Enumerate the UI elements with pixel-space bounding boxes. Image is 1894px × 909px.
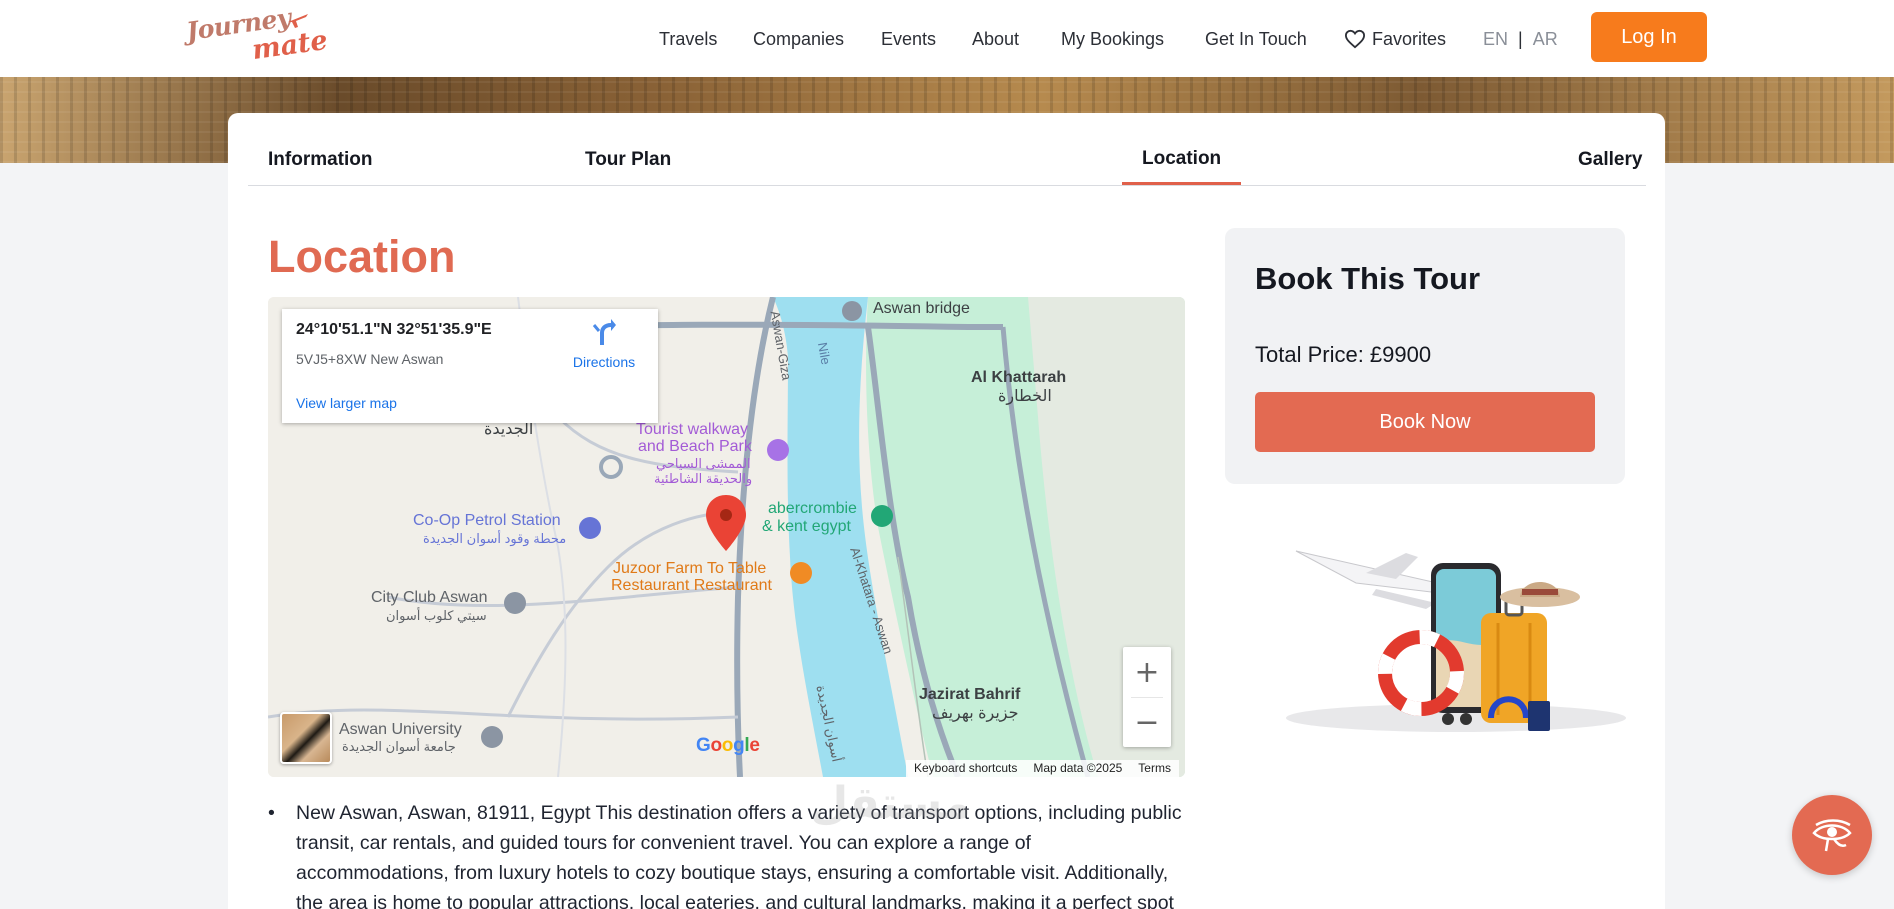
booking-panel: Book This Tour Total Price: £9900 Book N… (1225, 228, 1625, 484)
map-label-nile: Nile (814, 341, 834, 366)
directions-icon (592, 319, 616, 345)
satellite-layer-toggle[interactable] (280, 712, 332, 764)
heart-icon (1344, 29, 1366, 49)
map-plus-code: 5VJ5+8XW New Aswan (296, 351, 444, 367)
map-label-al-khattarah-ar: الخطارة (998, 388, 1052, 405)
map-label-new-ar: الجديدة (484, 421, 534, 438)
map-label-aswan-university: Aswan University (339, 721, 462, 738)
map-label-tourist-walkway-1: Tourist walkway (636, 421, 749, 438)
nav-favorites-label: Favorites (1372, 29, 1447, 49)
location-description: • New Aswan, Aswan, 81911, Egypt This des… (268, 798, 1188, 909)
location-heading: Location (268, 231, 456, 282)
keyboard-shortcuts-link[interactable]: Keyboard shortcuts (914, 760, 1017, 777)
map-label-city-club-ar: سيتي كلوب أسوان (386, 608, 487, 623)
map-directions-button[interactable]: Directions (564, 319, 644, 370)
login-button[interactable]: Log In (1591, 12, 1707, 62)
map-label-tourist-walkway-ar2: والحديقة الشاطئية (654, 471, 753, 486)
map-label-juzoor-2: Restaurant Restaurant (611, 577, 772, 594)
zoom-divider (1131, 697, 1163, 698)
nav-get-in-touch[interactable]: Get In Touch (1205, 26, 1307, 52)
site-header: Journey mate Travels Companies Events Ab… (0, 0, 1894, 77)
nav-events[interactable]: Events (881, 26, 936, 52)
view-larger-map-link[interactable]: View larger map (296, 395, 397, 411)
zoom-in-button[interactable]: + (1123, 647, 1171, 697)
map-coordinates: 24°10'51.1"N 32°51'35.9"E (296, 321, 492, 338)
zoom-out-button[interactable]: − (1123, 697, 1171, 747)
map-label-aswan-university-ar: جامعة أسوان الجديدة (342, 739, 456, 754)
total-price: Total Price: £9900 (1255, 342, 1432, 367)
terms-link[interactable]: Terms (1138, 760, 1171, 777)
watermark: مستقل (810, 778, 971, 829)
google-logo: Google (696, 735, 760, 756)
google-map-embed[interactable]: Aswan bridge Nile Aswan-Giza Al Khattara… (268, 297, 1185, 777)
book-now-button[interactable]: Book Now (1255, 392, 1595, 452)
tab-location[interactable]: Location (1122, 148, 1242, 185)
nav-companies[interactable]: Companies (753, 26, 844, 52)
map-label-jazirat-bahrif-ar: جزيرة بهريف (932, 705, 1019, 722)
map-label-aswan-bridge: Aswan bridge (873, 300, 970, 317)
map-label-coop-petrol: Co-Op Petrol Station (413, 512, 561, 529)
booking-title: Book This Tour (1255, 261, 1481, 296)
description-item: • New Aswan, Aswan, 81911, Egypt This des… (268, 798, 1188, 909)
map-attribution-bar: Keyboard shortcuts Map data ©2025 Terms (906, 760, 1179, 777)
directions-label: Directions (572, 354, 636, 370)
bullet-dot: • (268, 802, 275, 824)
tab-gallery[interactable]: Gallery (1578, 149, 1642, 171)
nav-favorites[interactable]: Favorites (1344, 26, 1446, 52)
map-label-jazirat-bahrif: Jazirat Bahrif (919, 686, 1021, 703)
travel-illustration (1286, 550, 1626, 732)
map-label-abercrombie-2: & kent egypt (762, 518, 851, 535)
lang-ar[interactable]: AR (1533, 29, 1558, 49)
map-label-coop-petrol-ar: محطة وقود أسوان الجديدة (423, 531, 567, 546)
nav-my-bookings[interactable]: My Bookings (1061, 26, 1164, 52)
map-label-tourist-walkway-2: and Beach Park (638, 438, 752, 455)
map-label-al-khattarah: Al Khattarah (971, 369, 1067, 386)
map-label-juzoor-1: Juzoor Farm To Table (613, 560, 767, 577)
tab-tour-plan[interactable]: Tour Plan (585, 149, 671, 171)
nav-travels[interactable]: Travels (659, 26, 717, 52)
map-label-abercrombie-1: abercrombie (768, 500, 857, 517)
eye-of-horus-icon (1812, 819, 1852, 852)
map-label-city-club: City Club Aswan (371, 589, 488, 606)
map-info-box: 24°10'51.1"N 32°51'35.9"E 5VJ5+8XW New A… (282, 309, 658, 423)
language-switcher: EN | AR (1483, 26, 1558, 52)
tab-information[interactable]: Information (268, 149, 373, 171)
map-zoom-controls: + − (1123, 647, 1171, 747)
description-text: New Aswan, Aswan, 81911, Egypt This dest… (296, 802, 1182, 909)
lang-separator: | (1518, 29, 1523, 49)
nav-about[interactable]: About (972, 26, 1019, 52)
map-data-credit: Map data ©2025 (1033, 761, 1123, 775)
accessibility-eye-button[interactable] (1792, 795, 1872, 875)
lang-en[interactable]: EN (1483, 29, 1508, 49)
tour-tabs: Information Tour Plan Location Gallery (248, 113, 1646, 186)
